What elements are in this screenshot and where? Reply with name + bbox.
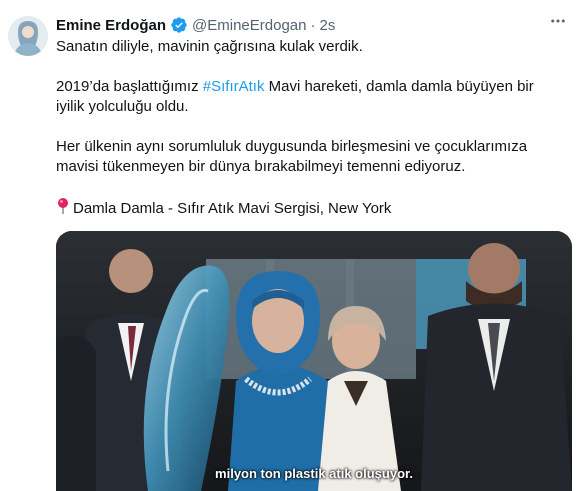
- verified-badge-icon[interactable]: [170, 16, 188, 34]
- tweet-video[interactable]: milyon ton plastik atık oluşuyor.: [56, 231, 572, 491]
- hashtag-link[interactable]: #SıfırAtık: [203, 78, 265, 95]
- header-separator: ·: [310, 16, 316, 34]
- paragraph-2-prefix: 2019’da başlattığımız: [56, 78, 203, 95]
- tweet-header: Emine Erdoğan @EmineErdogan · 2s: [56, 14, 565, 36]
- ellipsis-icon: [551, 19, 565, 23]
- paragraph-3-line-2: mavisi tükenmeyen bir dünya bırakabilmey…: [56, 158, 466, 175]
- round-pushpin-icon: [58, 198, 68, 214]
- tweet-text: Sanatın diliyle, mavinin çağrısına kulak…: [56, 37, 565, 219]
- paragraph-3-line-1: Her ülkenin aynı sorumluluk duygusunda b…: [56, 138, 528, 155]
- video-frame: [56, 231, 572, 491]
- location-text: Damla Damla - Sıfır Atık Mavi Sergisi, N…: [73, 200, 392, 217]
- tweet-paragraph-4: Damla Damla - Sıfır Atık Mavi Sergisi, N…: [56, 197, 565, 219]
- avatar-image: [8, 16, 48, 56]
- tweet-paragraph-3: Her ülkenin aynı sorumluluk duygusunda b…: [56, 137, 565, 177]
- paragraph-2-end: iyilik yolculuğu oldu.: [56, 98, 189, 115]
- video-caption: milyon ton plastik atık oluşuyor.: [215, 466, 413, 481]
- author-name[interactable]: Emine Erdoğan: [56, 17, 166, 34]
- paragraph-2-suffix: Mavi hareketi, damla damla büyüyen bir: [264, 78, 534, 95]
- more-options-icon[interactable]: [545, 8, 571, 34]
- author-handle[interactable]: @EmineErdogan: [192, 17, 306, 34]
- author-avatar[interactable]: [8, 16, 48, 56]
- tweet-paragraph-2: 2019’da başlattığımız #SıfırAtık Mavi ha…: [56, 77, 565, 117]
- tweet-timestamp[interactable]: 2s: [320, 17, 336, 34]
- tweet-paragraph-1: Sanatın diliyle, mavinin çağrısına kulak…: [56, 38, 363, 55]
